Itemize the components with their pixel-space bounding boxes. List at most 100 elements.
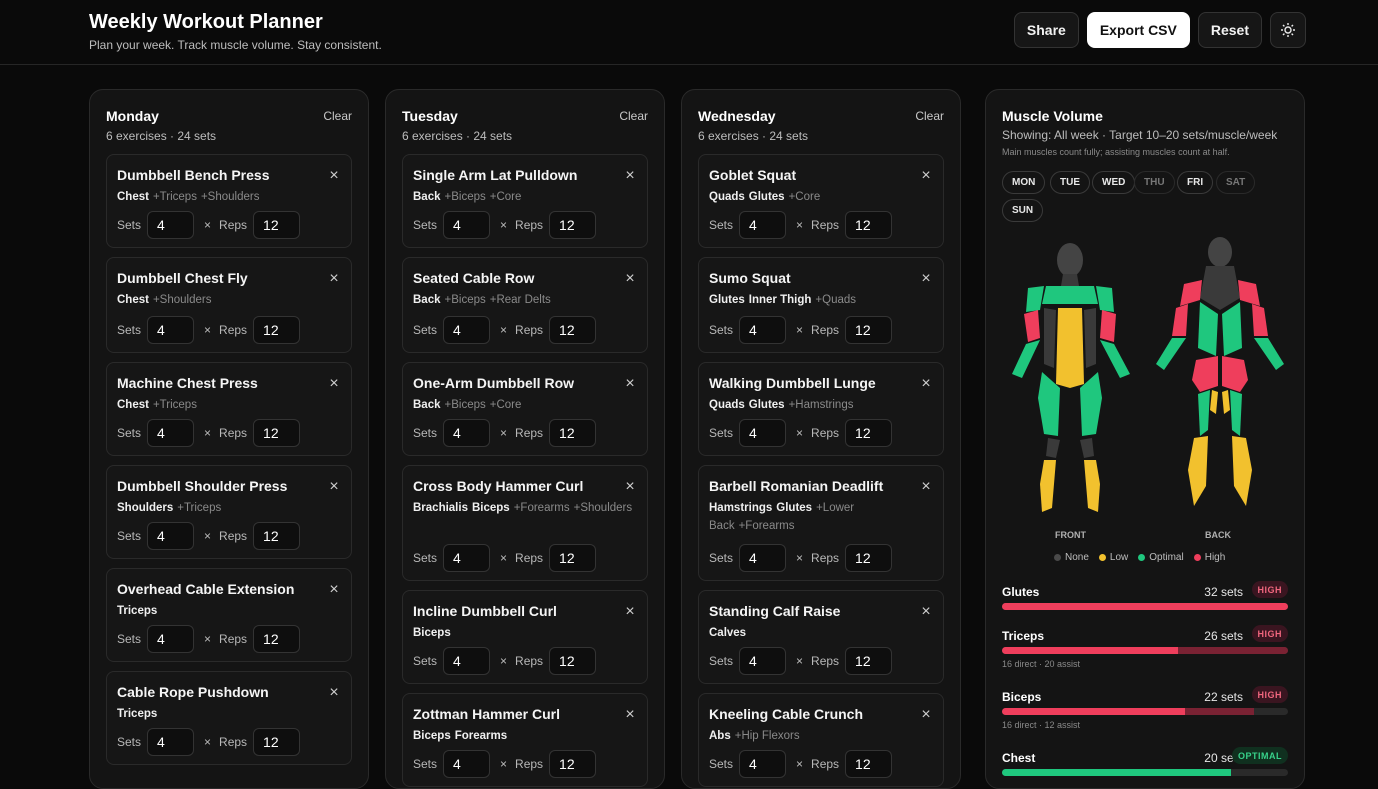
assist-muscle: +Quads [815,294,857,306]
times-sign: × [500,218,508,232]
reps-input[interactable]: 12 [253,522,301,550]
reps-input[interactable]: 12 [549,647,597,675]
reps-input[interactable]: 12 [549,544,597,572]
sets-input[interactable]: 4 [443,211,491,239]
legend-label: High [1204,552,1226,563]
main-muscle: Shoulders [117,502,174,514]
exercise-name: Standing Calf Raise [709,603,841,619]
export-csv-button[interactable]: Export CSV [1086,12,1190,48]
reps-input[interactable]: 12 [845,544,893,572]
remove-exercise-button[interactable]: × [327,685,341,701]
reps-input[interactable]: 12 [549,419,597,447]
reps-input[interactable]: 12 [253,419,301,447]
reps-input[interactable]: 12 [549,316,597,344]
day-meta: 6 exercises · 24 sets [106,129,217,143]
sets-input[interactable]: 4 [147,419,195,447]
sets-input[interactable]: 4 [739,419,787,447]
remove-exercise-button[interactable]: × [919,604,933,620]
sets-input[interactable]: 4 [147,211,195,239]
remove-exercise-button[interactable]: × [623,168,637,184]
day-filter-sat[interactable]: SAT [1216,171,1256,194]
reps-input[interactable]: 12 [253,728,301,756]
day-filter-thu[interactable]: THU [1134,171,1175,194]
remove-exercise-button[interactable]: × [919,168,933,184]
front-label: FRONT [1055,530,1086,540]
sets-label: Sets [709,218,734,232]
sets-input[interactable]: 4 [443,647,491,675]
reps-input[interactable]: 12 [845,316,893,344]
back-lat-right [1222,302,1242,356]
remove-exercise-button[interactable]: × [327,271,341,287]
volume-bar [1002,708,1288,715]
reps-input[interactable]: 12 [845,419,893,447]
clear-day-button[interactable]: Clear [323,109,352,123]
reset-button[interactable]: Reset [1197,12,1262,48]
remove-exercise-button[interactable]: × [623,271,637,287]
sets-input[interactable]: 4 [739,647,787,675]
day-filter-mon[interactable]: MON [1002,171,1046,194]
sets-input[interactable]: 4 [739,316,787,344]
volume-title: Muscle Volume [1002,108,1103,124]
times-sign: × [500,757,508,771]
theme-toggle-button[interactable] [1270,12,1306,48]
exercise-name: Single Arm Lat Pulldown [413,167,578,183]
sets-input[interactable]: 4 [443,544,491,572]
remove-exercise-button[interactable]: × [327,168,341,184]
main-muscle: Inner Thigh [748,294,812,306]
main-muscle: Quads [709,191,745,203]
sets-input[interactable]: 4 [147,728,195,756]
exercise-muscles: Brachialis Biceps +Forearms +Shoulders [413,499,633,517]
day-filter-tue[interactable]: TUE [1050,171,1090,194]
clear-day-button[interactable]: Clear [619,109,648,123]
sets-reps-row: Sets 4 × Reps 12 [413,419,597,447]
status-badge: HIGH [1251,686,1288,703]
exercise-name: Dumbbell Bench Press [117,167,270,183]
remove-exercise-button[interactable]: × [919,271,933,287]
day-filter-wed[interactable]: WED [1092,171,1136,194]
reps-input[interactable]: 12 [253,316,301,344]
day-filter-sun[interactable]: SUN [1002,199,1044,222]
remove-exercise-button[interactable]: × [327,582,341,598]
exercise-card: Single Arm Lat Pulldown × Back +Biceps +Core… [402,154,648,248]
main-muscle: Hamstrings [709,502,773,514]
exercise-muscles: Shoulders +Triceps [117,499,337,517]
remove-exercise-button[interactable]: × [327,479,341,495]
sets-label: Sets [413,218,438,232]
sets-input[interactable]: 4 [147,522,195,550]
remove-exercise-button[interactable]: × [623,604,637,620]
remove-exercise-button[interactable]: × [623,376,637,392]
reps-input[interactable]: 12 [845,211,893,239]
reps-input[interactable]: 12 [549,211,597,239]
times-sign: × [500,323,508,337]
remove-exercise-button[interactable]: × [919,479,933,495]
muscle-name: Triceps [1002,629,1045,643]
back-lat-left [1198,302,1218,356]
assist-muscle: +Core [788,191,821,203]
remove-exercise-button[interactable]: × [919,376,933,392]
sets-input[interactable]: 4 [443,316,491,344]
clear-day-button[interactable]: Clear [915,109,944,123]
assist-muscle: +Triceps [152,399,197,411]
remove-exercise-button[interactable]: × [623,479,637,495]
main-muscle: Chest [117,294,149,306]
legend-label: Optimal [1149,552,1184,563]
share-button[interactable]: Share [1013,12,1079,48]
sets-input[interactable]: 4 [147,625,195,653]
reps-input[interactable]: 12 [253,211,301,239]
exercise-muscles: Abs +Hip Flexors [709,727,929,745]
reps-label: Reps [515,426,544,440]
reps-input[interactable]: 12 [845,647,893,675]
volume-bar-direct [1002,769,1231,776]
assist-muscle: +Biceps [444,399,486,411]
remove-exercise-button[interactable]: × [327,376,341,392]
reps-input[interactable]: 12 [253,625,301,653]
day-filter-fri[interactable]: FRI [1177,171,1214,194]
remove-exercise-button[interactable]: × [919,707,933,723]
sets-input[interactable]: 4 [739,211,787,239]
sets-reps-row: Sets 4 × Reps 12 [413,316,597,344]
sets-input[interactable]: 4 [739,544,787,572]
remove-exercise-button[interactable]: × [623,707,637,723]
exercise-card: Seated Cable Row × Back +Biceps +Rear Delts S… [402,257,648,353]
sets-input[interactable]: 4 [147,316,195,344]
sets-input[interactable]: 4 [443,419,491,447]
